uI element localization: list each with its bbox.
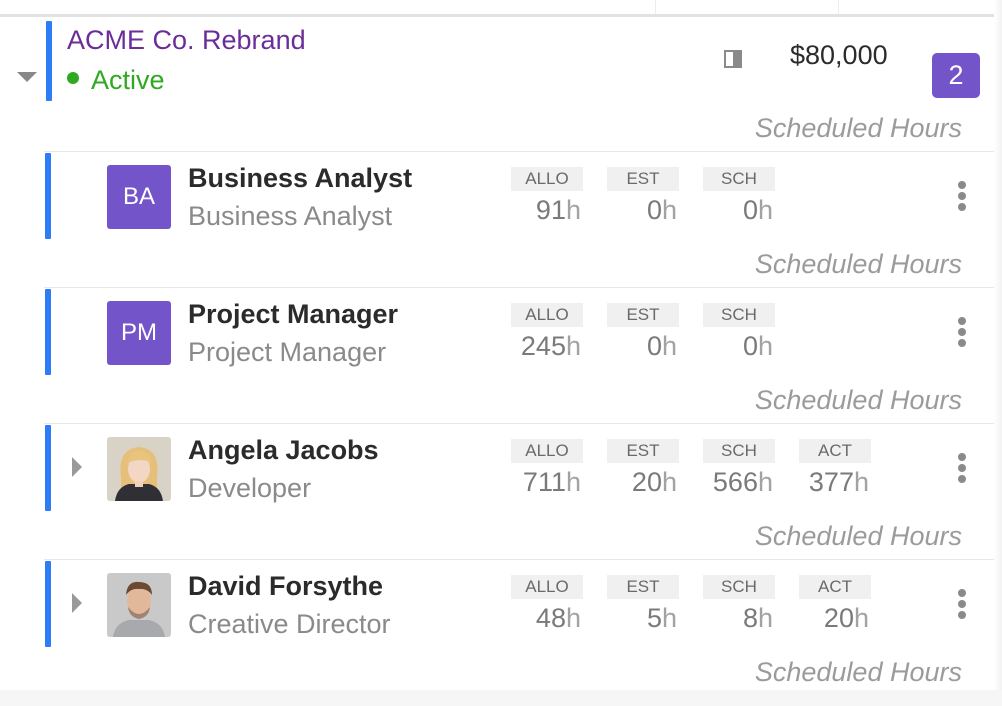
row-divider [44, 423, 994, 424]
member-count-badge[interactable]: 2 [932, 53, 980, 98]
role-initials-badge: BA [107, 165, 171, 229]
status-label: Active [91, 65, 165, 95]
more-options-icon[interactable] [957, 181, 967, 213]
stat-act: ACT 377h [799, 439, 871, 498]
row-accent-bar [45, 561, 51, 647]
row-divider [44, 559, 994, 560]
project-name[interactable]: ACME Co. Rebrand [67, 25, 306, 56]
scheduled-hours-label: Scheduled Hours [754, 249, 962, 279]
row-divider [44, 287, 994, 288]
stat-est: EST 0h [607, 303, 679, 362]
avatar [107, 573, 171, 637]
scheduled-hours-label: Scheduled Hours [754, 385, 962, 415]
stat-act: ACT 20h [799, 575, 871, 634]
member-name[interactable]: Project Manager [188, 299, 398, 330]
project-header[interactable]: ACME Co. Rebrand Active $80,000 2 [0, 17, 994, 105]
more-options-icon[interactable] [957, 453, 967, 485]
member-name[interactable]: David Forsythe [188, 571, 383, 602]
row-accent-bar [45, 289, 51, 375]
expand-caret-icon[interactable] [72, 457, 82, 477]
stat-sch: SCH 0h [703, 167, 775, 226]
row-divider [44, 151, 994, 152]
stat-allo: ALLO 48h [511, 575, 583, 634]
stat-allo: ALLO 91h [511, 167, 583, 226]
member-role: Business Analyst [188, 201, 393, 231]
row-accent-bar [45, 153, 51, 239]
project-status: Active [67, 65, 165, 96]
scheduled-hours-label: Scheduled Hours [754, 657, 962, 687]
column-divider [838, 0, 839, 14]
more-options-icon[interactable] [957, 589, 967, 621]
avatar [107, 437, 171, 501]
more-options-icon[interactable] [957, 317, 967, 349]
stat-allo: ALLO 245h [511, 303, 583, 362]
stat-est: EST 5h [607, 575, 679, 634]
stat-sch: SCH 0h [703, 303, 775, 362]
stat-sch: SCH 566h [703, 439, 775, 498]
stat-est: EST 0h [607, 167, 679, 226]
stat-est: EST 20h [607, 439, 679, 498]
member-row[interactable]: BA Business Analyst Business Analyst ALL… [0, 151, 994, 239]
role-initials-badge: PM [107, 301, 171, 365]
stat-sch: SCH 8h [703, 575, 775, 634]
project-budget: $80,000 [790, 40, 888, 70]
member-role: Creative Director [188, 609, 391, 639]
scheduled-hours-label: Scheduled Hours [754, 521, 962, 551]
scheduled-hours-label: Scheduled Hours [754, 113, 962, 143]
member-row[interactable]: David Forsythe Creative Director ALLO 48h… [0, 559, 994, 647]
project-accent-bar [46, 21, 52, 101]
collapse-caret-icon[interactable] [17, 72, 37, 82]
member-role: Project Manager [188, 337, 387, 367]
status-dot-icon [67, 72, 79, 84]
member-name[interactable]: Business Analyst [188, 163, 412, 194]
side-panel-icon[interactable] [724, 50, 742, 68]
list-bottom-edge [0, 690, 1002, 706]
member-row[interactable]: Angela Jacobs Developer ALLO 711h EST 20h … [0, 423, 994, 511]
member-row[interactable]: PM Project Manager Project Manager ALLO 2… [0, 287, 994, 375]
column-divider [655, 0, 656, 14]
right-edge-shadow [994, 0, 1002, 706]
member-name[interactable]: Angela Jacobs [188, 435, 379, 466]
expand-caret-icon[interactable] [72, 593, 82, 613]
stat-allo: ALLO 711h [511, 439, 583, 498]
row-accent-bar [45, 425, 51, 511]
member-role: Developer [188, 473, 312, 503]
